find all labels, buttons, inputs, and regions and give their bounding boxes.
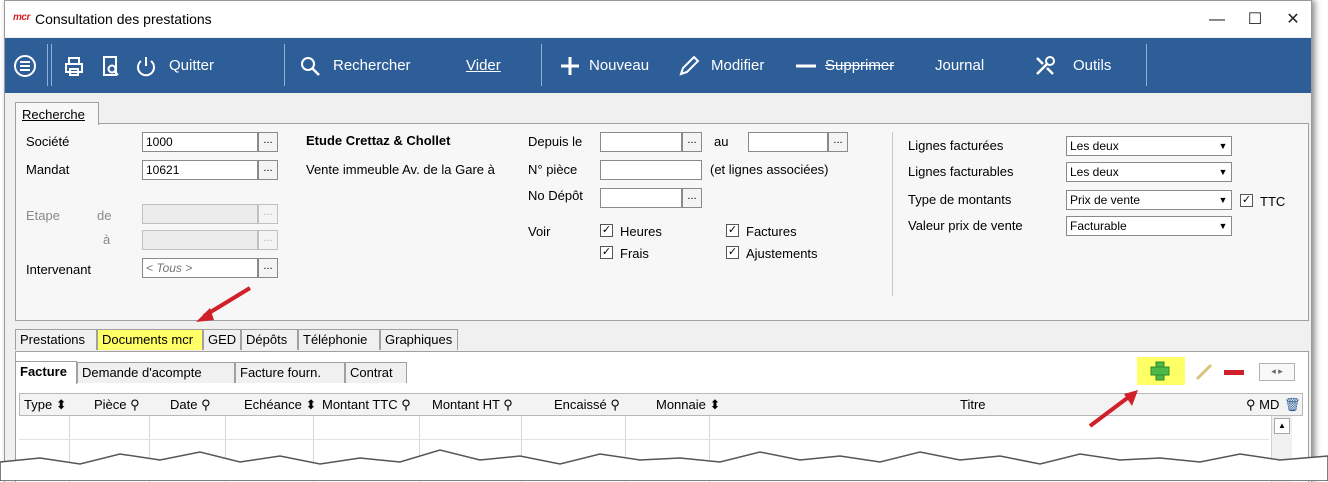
torn-edge bbox=[0, 449, 1328, 481]
tab-recherche[interactable]: Recherche bbox=[15, 102, 99, 125]
tab-recherche-label: Recherche bbox=[22, 107, 85, 122]
annotation-arrow bbox=[1088, 394, 1132, 428]
annotation-arrows bbox=[196, 286, 1138, 428]
